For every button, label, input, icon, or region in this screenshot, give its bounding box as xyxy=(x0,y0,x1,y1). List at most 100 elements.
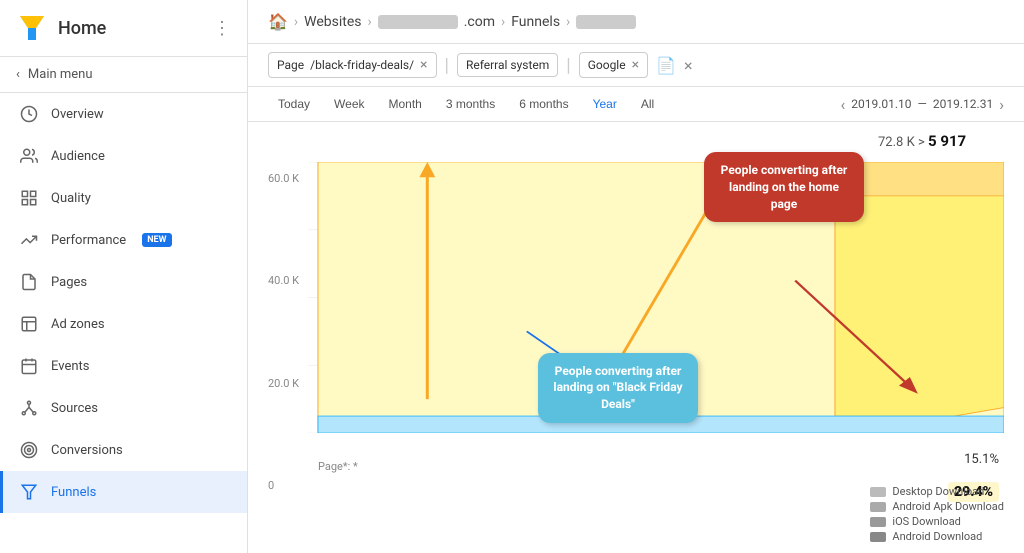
sidebar-item-events[interactable]: Events xyxy=(0,345,247,387)
breadcrumb-dot-com: .com xyxy=(464,14,495,30)
home-icon[interactable]: 🏠 xyxy=(268,12,288,31)
bubble-blue-callout: People converting after landing on "Blac… xyxy=(538,353,698,423)
calendar-icon xyxy=(19,356,39,376)
date-separator: — xyxy=(918,97,927,111)
sidebar-item-label-quality: Quality xyxy=(51,191,91,206)
time-bar: Today Week Month 3 months 6 months Year … xyxy=(248,87,1024,122)
breadcrumb-sep-4: › xyxy=(566,14,570,30)
sidebar-item-label-adzones: Ad zones xyxy=(51,317,105,332)
y-label-0: 0 xyxy=(268,479,299,492)
filter-chip-referral[interactable]: Referral system xyxy=(457,53,558,77)
legend-label-ios: iOS Download xyxy=(892,515,960,528)
time-month-button[interactable]: Month xyxy=(379,93,432,115)
time-week-button[interactable]: Week xyxy=(324,93,374,115)
pct-15: 15.1% xyxy=(964,452,999,467)
sidebar-item-funnels[interactable]: Funnels xyxy=(0,471,247,513)
filter-chip-google-close[interactable]: × xyxy=(632,57,639,73)
sidebar-item-ad-zones[interactable]: Ad zones xyxy=(0,303,247,345)
file-icon xyxy=(19,272,39,292)
chart-stat-value: 5 917 xyxy=(928,132,966,150)
legend-item-apk: Android Apk Download xyxy=(870,500,1004,513)
time-all-button[interactable]: All xyxy=(631,93,664,115)
y-axis: 60.0 K 40.0 K 20.0 K 0 xyxy=(268,172,299,492)
gauge-icon xyxy=(19,104,39,124)
sidebar-header: Home ⋮ xyxy=(0,0,247,57)
date-next-button[interactable]: › xyxy=(999,95,1004,114)
breadcrumb-site-name xyxy=(378,15,458,29)
chart-area: 72.8 K > 5 917 60.0 K 40.0 K 20.0 K 0 xyxy=(248,122,1024,553)
filter-chip-google[interactable]: Google × xyxy=(579,52,648,78)
legend-label-android: Android Download xyxy=(892,530,982,543)
sidebar-item-label-audience: Audience xyxy=(51,149,105,164)
breadcrumb-funnel-name xyxy=(576,15,636,29)
sidebar-item-label-overview: Overview xyxy=(51,107,104,122)
sidebar-item-label-sources: Sources xyxy=(51,401,98,416)
legend-item-desktop: Desktop Download xyxy=(870,485,1004,498)
sidebar-item-quality[interactable]: Quality xyxy=(0,177,247,219)
time-year-button[interactable]: Year xyxy=(583,93,627,115)
legend-swatch-desktop xyxy=(870,487,886,497)
filter-divider-2: | xyxy=(566,55,570,76)
date-to: 2019.12.31 xyxy=(933,97,993,111)
breadcrumb-sep-2: › xyxy=(368,14,372,30)
y-label-60k: 60.0 K xyxy=(268,172,299,185)
more-options-button[interactable]: ⋮ xyxy=(213,18,231,39)
sidebar-item-label-funnels: Funnels xyxy=(51,485,96,500)
time-3months-button[interactable]: 3 months xyxy=(436,93,505,115)
sidebar-title: Home xyxy=(58,18,106,39)
filter-bar: Page /black-friday-deals/ × | Referral s… xyxy=(248,44,1024,87)
trending-icon xyxy=(19,230,39,250)
main-content: 🏠 › Websites › .com › Funnels › Page /bl… xyxy=(248,0,1024,553)
y-label-40k: 40.0 K xyxy=(268,274,299,287)
page-label: Page*: * xyxy=(318,460,358,473)
sidebar-item-label-conversions: Conversions xyxy=(51,443,123,458)
new-badge: NEW xyxy=(142,233,171,247)
sidebar-nav: Overview Audience Quality Performance NE… xyxy=(0,93,247,513)
legend-swatch-android xyxy=(870,532,886,542)
breadcrumb: 🏠 › Websites › .com › Funnels › xyxy=(248,0,1024,44)
date-prev-button[interactable]: ‹ xyxy=(840,95,845,114)
breadcrumb-sep-3: › xyxy=(501,14,505,30)
date-range: ‹ 2019.01.10 — 2019.12.31 › xyxy=(840,95,1004,114)
filter-chip-page-value: /black-friday-deals/ xyxy=(310,58,414,72)
time-6months-button[interactable]: 6 months xyxy=(509,93,578,115)
bubble-blue-text: People converting after landing on "Blac… xyxy=(553,364,682,412)
legend-swatch-ios xyxy=(870,517,886,527)
app-logo xyxy=(16,12,48,44)
filter-chip-referral-label: Referral system xyxy=(466,58,549,72)
source-icon xyxy=(19,398,39,418)
sidebar-item-label-performance: Performance xyxy=(51,233,126,248)
legend-label-apk: Android Apk Download xyxy=(892,500,1004,513)
breadcrumb-funnels[interactable]: Funnels xyxy=(511,14,560,30)
date-from: 2019.01.10 xyxy=(851,97,911,111)
sidebar-item-label-pages: Pages xyxy=(51,275,87,290)
clear-filters-button[interactable]: × xyxy=(684,56,693,75)
target-icon xyxy=(19,440,39,460)
bubble-red-text: People converting after landing on the h… xyxy=(721,163,848,211)
sidebar-item-overview[interactable]: Overview xyxy=(0,93,247,135)
time-today-button[interactable]: Today xyxy=(268,93,320,115)
pct-15-value: 15.1% xyxy=(964,452,999,467)
legend-item-ios: iOS Download xyxy=(870,515,1004,528)
breadcrumb-websites[interactable]: Websites xyxy=(304,14,361,30)
document-icon[interactable]: 📄 xyxy=(656,56,676,75)
filter-chip-page-close[interactable]: × xyxy=(420,57,427,73)
y-label-20k: 20.0 K xyxy=(268,377,299,390)
sidebar-item-pages[interactable]: Pages xyxy=(0,261,247,303)
breadcrumb-sep-1: › xyxy=(294,14,298,30)
filter-chip-page[interactable]: Page /black-friday-deals/ × xyxy=(268,52,437,78)
bubble-red-callout: People converting after landing on the h… xyxy=(704,152,864,222)
filter-chip-page-label: Page xyxy=(277,58,304,72)
grid-icon xyxy=(19,188,39,208)
main-menu-label: Main menu xyxy=(28,67,93,82)
chevron-left-icon: ‹ xyxy=(16,67,20,82)
legend-item-android: Android Download xyxy=(870,530,1004,543)
chart-stat: 72.8 K > 5 917 xyxy=(878,132,966,150)
sidebar-item-performance[interactable]: Performance NEW xyxy=(0,219,247,261)
sidebar-item-audience[interactable]: Audience xyxy=(0,135,247,177)
sidebar-item-label-events: Events xyxy=(51,359,89,374)
sidebar-item-conversions[interactable]: Conversions xyxy=(0,429,247,471)
main-menu-item[interactable]: ‹ Main menu xyxy=(0,57,247,93)
sidebar: Home ⋮ ‹ Main menu Overview Audience Qua… xyxy=(0,0,248,553)
sidebar-item-sources[interactable]: Sources xyxy=(0,387,247,429)
